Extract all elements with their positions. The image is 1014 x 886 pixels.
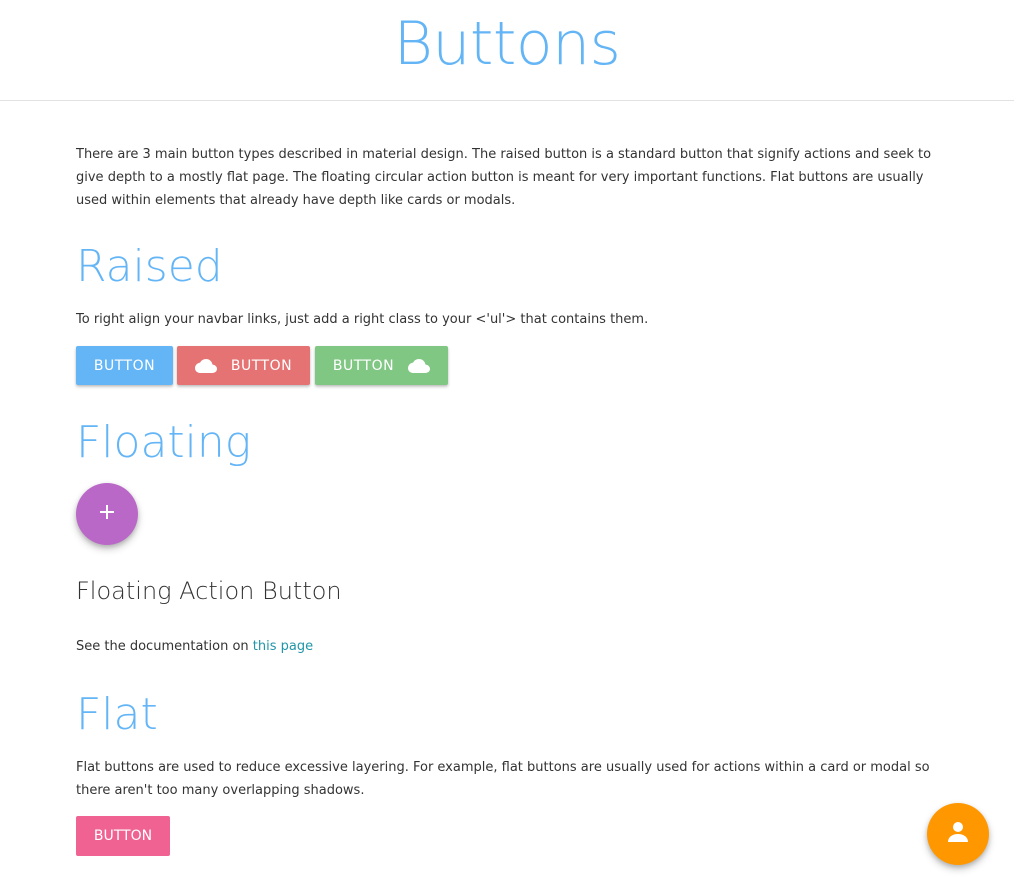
raised-button-label: BUTTON: [230, 357, 293, 374]
raised-heading: Raised: [76, 241, 223, 292]
raised-description: To right align your navbar links, just a…: [76, 312, 649, 327]
user-fab-button[interactable]: [927, 803, 989, 865]
doc-prefix: See the documentation on: [76, 639, 253, 654]
page-title: Buttons: [393, 9, 621, 79]
floating-heading: Floating: [76, 417, 252, 468]
intro-text: There are 3 main button types described …: [76, 147, 932, 208]
raised-button-label: BUTTON: [93, 357, 156, 374]
flat-heading: Flat: [76, 689, 158, 740]
raised-button[interactable]: BUTTON: [76, 346, 173, 385]
floating-subheading: Floating Action Button: [76, 577, 342, 605]
person-icon: [946, 820, 970, 848]
page-header: Buttons: [0, 0, 1014, 101]
floating-action-button[interactable]: [76, 483, 138, 545]
flat-button[interactable]: BUTTON: [76, 816, 170, 856]
doc-line: See the documentation on this page: [76, 635, 313, 658]
doc-link[interactable]: this page: [253, 639, 313, 654]
raised-button-label: BUTTON: [332, 357, 395, 374]
raised-button-cloud-left[interactable]: BUTTON: [177, 346, 310, 385]
flat-button-label: BUTTON: [93, 828, 153, 844]
cloud-icon: [194, 358, 217, 373]
raised-button-cloud-right[interactable]: BUTTON: [315, 346, 448, 385]
cloud-icon: [408, 358, 431, 373]
plus-icon: [99, 504, 115, 524]
flat-description: Flat buttons are used to reduce excessiv…: [76, 760, 930, 798]
